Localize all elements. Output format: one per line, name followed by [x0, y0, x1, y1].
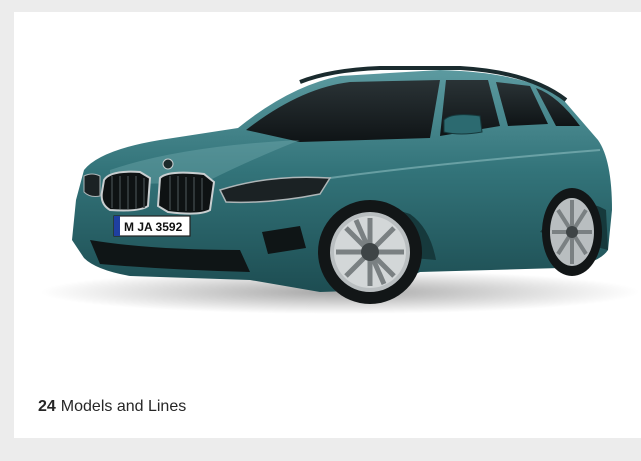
car-illustration: M JA 3592	[40, 66, 640, 314]
model-count: 24	[38, 398, 56, 415]
rear-wheel	[542, 188, 602, 276]
car-image[interactable]: M JA 3592	[14, 12, 641, 342]
front-wheel	[318, 200, 422, 304]
license-plate: M JA 3592	[113, 215, 191, 237]
models-label: Models and Lines	[60, 398, 187, 415]
model-card[interactable]: M JA 3592 24 Models and Lines	[14, 12, 641, 438]
svg-text:M JA 3592: M JA 3592	[124, 220, 183, 234]
models-and-lines-link[interactable]: 24 Models and Lines	[38, 398, 186, 416]
windshield	[246, 80, 440, 142]
bmw-logo-icon	[162, 158, 174, 170]
